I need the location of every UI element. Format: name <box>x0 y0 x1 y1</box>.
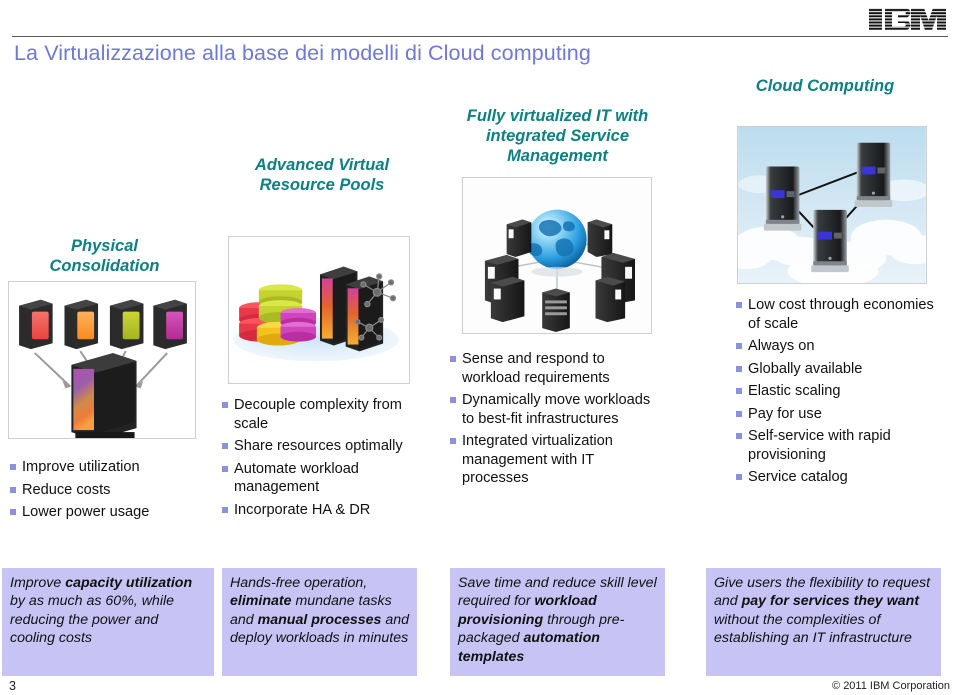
list-item: Incorporate HA & DR <box>222 501 420 520</box>
list-item: Share resources optimally <box>222 437 420 456</box>
list-item: Pay for use <box>736 405 948 424</box>
column-heading-advanced-virtual-resource-pools: Advanced Virtual Resource Pools <box>222 155 422 195</box>
column-heading-physical-consolidation: Physical Consolidation <box>2 236 207 276</box>
list-item-label: Dynamically move workloads to best-fit i… <box>462 392 651 427</box>
bullet-square-icon <box>736 302 742 308</box>
ibm-logo <box>868 6 946 32</box>
physical-consolidation-image <box>8 281 196 439</box>
heading-line: Management <box>507 147 608 166</box>
list-item: Improve utilization <box>10 458 210 477</box>
list-item: Self-service with rapid provisioning <box>736 427 948 464</box>
bullet-square-icon <box>736 388 742 395</box>
list-item: Sense and respond to workload requiremen… <box>450 350 662 387</box>
list-item: Automate workload management <box>222 460 420 497</box>
list-item-label: Elastic scaling <box>748 383 841 400</box>
bullet-square-icon <box>450 397 456 404</box>
list-item-label: Share resources optimally <box>234 438 403 455</box>
heading-line: Physical <box>71 237 138 255</box>
bullet-square-icon <box>736 343 742 350</box>
list-item-label: Always on <box>748 338 815 355</box>
list-item: Integrated virtualization management wit… <box>450 432 662 488</box>
bullet-square-icon <box>736 365 742 372</box>
list-item-label: Decouple complexity from scale <box>234 397 402 432</box>
list-item: Elastic scaling <box>736 382 948 401</box>
list-item: Always on <box>736 337 948 356</box>
bullet-list-integrated-service-management: Sense and respond to workload requiremen… <box>450 350 662 492</box>
bullet-square-icon <box>736 410 742 417</box>
bullet-square-icon <box>222 465 228 472</box>
bullet-square-icon <box>736 433 742 440</box>
bullet-list-cloud-computing: Low cost through economies of scale Alwa… <box>736 296 948 491</box>
bullet-square-icon <box>222 506 228 513</box>
list-item-label: Improve utilization <box>22 459 140 475</box>
list-item-label: Globally available <box>748 360 863 377</box>
list-item-label: Incorporate HA & DR <box>234 501 371 518</box>
bullet-square-icon <box>222 443 228 450</box>
summary-note-cloud-computing: Give users the flexibility to request an… <box>706 568 941 676</box>
heading-line: Resource Pools <box>259 176 385 195</box>
list-item: Dynamically move workloads to best-fit i… <box>450 391 662 428</box>
list-item-label: Self-service with rapid provisioning <box>748 428 891 463</box>
list-item: Globally available <box>736 360 948 379</box>
bullet-square-icon <box>222 402 228 408</box>
summary-note-advanced-virtual-resource-pools: Hands-free operation, eliminate mundane … <box>222 568 417 676</box>
list-item-label: Automate workload management <box>234 460 359 496</box>
bullet-square-icon <box>450 356 456 362</box>
column-heading-cloud-computing: Cloud Computing <box>700 76 950 96</box>
list-item-label: Low cost through economies of scale <box>748 297 934 332</box>
list-item: Low cost through economies of scale <box>736 296 948 333</box>
heading-line: Cloud Computing <box>755 77 895 95</box>
list-item: Decouple complexity from scale <box>222 396 420 433</box>
list-item-label: Pay for use <box>748 405 822 422</box>
summary-note-integrated-service-management: Save time and reduce skill level require… <box>450 568 665 676</box>
virtual-resource-pools-image <box>228 236 410 384</box>
list-item-label: Reduce costs <box>22 481 111 498</box>
bullet-list-physical-consolidation: Improve utilization Reduce costs Lower p… <box>10 458 210 526</box>
heading-line: integrated Service <box>485 127 630 146</box>
header-rule <box>12 36 948 37</box>
heading-line: Consolidation <box>49 257 160 276</box>
bullet-square-icon <box>10 486 16 493</box>
list-item: Reduce costs <box>10 481 210 500</box>
heading-line: Advanced Virtual <box>254 156 390 174</box>
bullet-square-icon <box>10 464 16 470</box>
list-item-label: Service catalog <box>748 469 848 486</box>
list-item: Lower power usage <box>10 503 210 522</box>
copyright-notice: © 2011 IBM Corporation <box>832 680 950 692</box>
list-item-label: Lower power usage <box>22 504 150 521</box>
slide-number: 3 <box>9 679 16 693</box>
column-heading-fully-virtualized-it: Fully virtualized IT with integrated Ser… <box>450 106 665 166</box>
bullet-list-advanced-virtual-resource-pools: Decouple complexity from scale Share res… <box>222 396 420 523</box>
list-item: Service catalog <box>736 468 948 487</box>
bullet-square-icon <box>10 509 16 516</box>
summary-note-physical-consolidation: Improve capacity utilization by as much … <box>2 568 214 676</box>
page-title: La Virtualizzazione alla base dei modell… <box>14 41 591 65</box>
heading-line: Fully virtualized IT with <box>466 107 649 125</box>
bullet-square-icon <box>736 474 742 481</box>
bullet-square-icon <box>450 438 456 445</box>
integrated-service-management-image <box>462 177 652 334</box>
list-item-label: Integrated virtualization management wit… <box>462 433 613 487</box>
cloud-computing-image <box>737 126 927 284</box>
list-item-label: Sense and respond to workload requiremen… <box>462 351 610 386</box>
